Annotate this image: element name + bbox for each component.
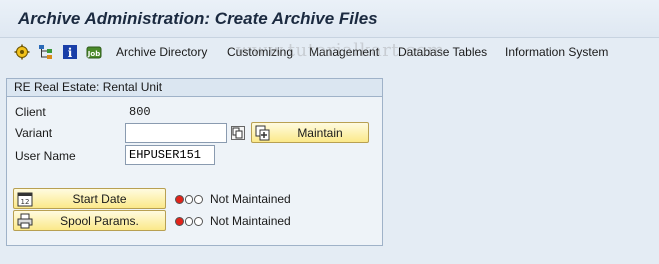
spool-status-lights — [175, 216, 204, 226]
green-light-off-icon — [194, 194, 204, 204]
start-date-button[interactable]: 12 Start Date — [13, 188, 166, 209]
username-label: User Name — [15, 149, 76, 163]
yellow-light-off-icon — [184, 194, 194, 204]
start-date-status: Not Maintained — [210, 192, 291, 206]
red-light-icon — [175, 216, 184, 226]
structure-icon[interactable] — [38, 44, 54, 60]
panel-header: RE Real Estate: Rental Unit — [7, 79, 382, 97]
maintain-label: Maintain — [297, 125, 343, 140]
svg-text:Job: Job — [87, 50, 100, 58]
svg-text:12: 12 — [21, 198, 30, 206]
archive-panel: RE Real Estate: Rental Unit Client 800 V… — [6, 78, 383, 246]
svg-text:i: i — [68, 46, 73, 60]
start-date-label: Start Date — [72, 191, 127, 206]
maintain-icon — [254, 124, 272, 142]
start-date-status-lights — [175, 194, 204, 204]
variant-label: Variant — [15, 126, 53, 140]
calendar-icon: 12 — [16, 190, 34, 208]
client-label: Client — [15, 105, 46, 119]
page-title: Archive Administration: Create Archive F… — [18, 9, 378, 28]
menu-information-system[interactable]: Information System — [505, 45, 608, 59]
spool-status: Not Maintained — [210, 214, 291, 228]
menu-database-tables[interactable]: Database Tables — [398, 45, 487, 59]
execute-icon[interactable] — [14, 44, 30, 60]
application-toolbar: i Job Archive Directory Customizing Mana… — [0, 38, 659, 66]
job-icon[interactable]: Job — [86, 44, 102, 60]
info-icon[interactable]: i — [62, 44, 78, 60]
red-light-icon — [175, 194, 184, 204]
maintain-button[interactable]: Maintain — [251, 122, 369, 143]
variant-browse-icon[interactable] — [231, 126, 245, 140]
printer-icon — [16, 212, 34, 230]
spool-params-button[interactable]: Spool Params. — [13, 210, 166, 231]
username-input[interactable] — [125, 145, 215, 165]
yellow-light-off-icon — [184, 216, 194, 226]
client-value: 800 — [129, 105, 151, 119]
spool-params-label: Spool Params. — [60, 213, 139, 228]
menu-archive-directory[interactable]: Archive Directory — [116, 45, 207, 59]
menu-management[interactable]: Management — [309, 45, 379, 59]
menu-customizing[interactable]: Customizing — [227, 45, 293, 59]
variant-input[interactable] — [125, 123, 227, 143]
green-light-off-icon — [194, 216, 204, 226]
title-bar: Archive Administration: Create Archive F… — [0, 0, 659, 38]
